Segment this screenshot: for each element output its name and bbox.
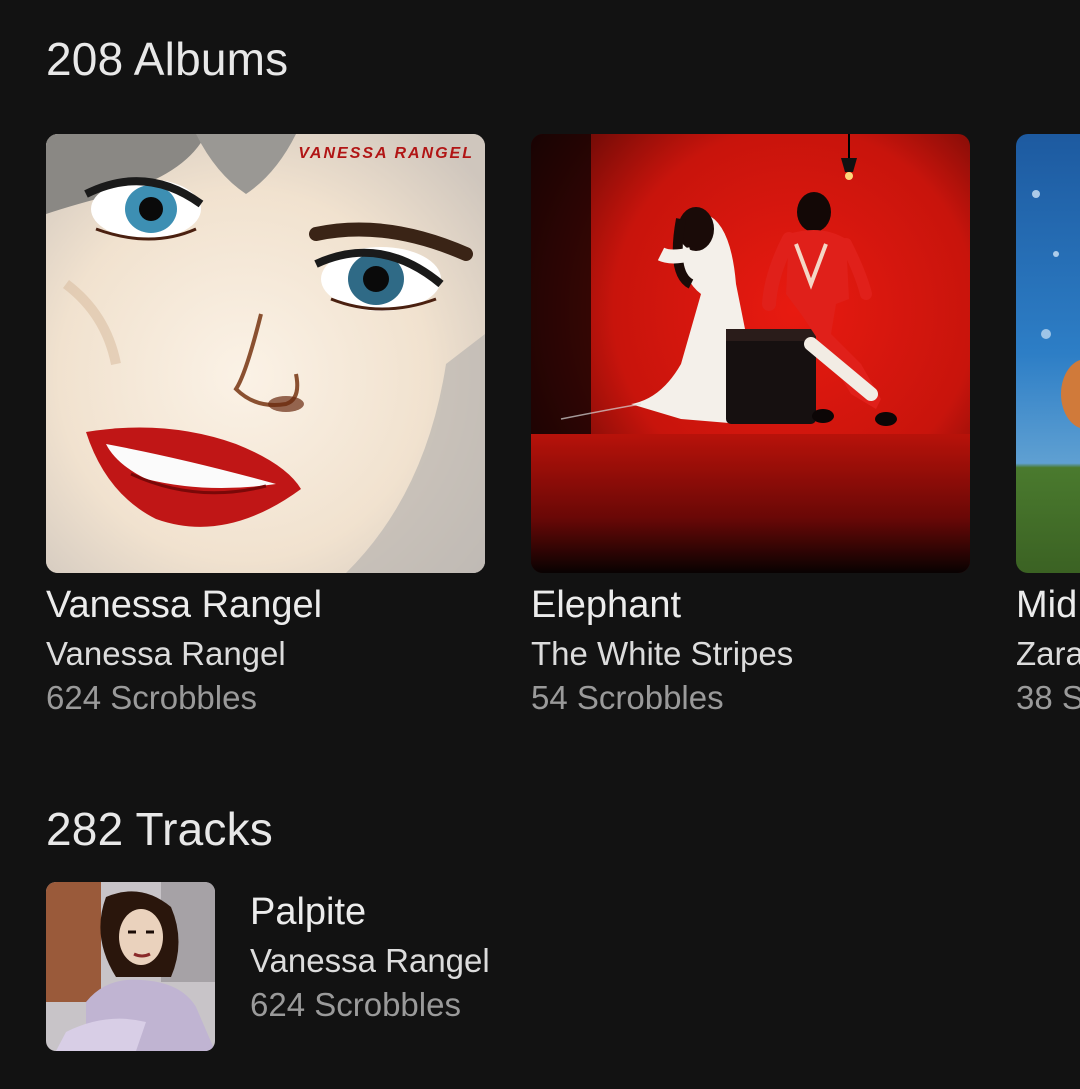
track-artist: Vanessa Rangel (250, 941, 490, 979)
album-cover-title-text: VANESSA RANGEL (298, 145, 474, 162)
track-cover-palpite-icon (46, 882, 215, 1051)
album-cover-vanessa-rangel: VANESSA RANGEL (46, 134, 485, 573)
track-row-palpite[interactable]: Palpite Vanessa Rangel 624 Scrobbles (46, 882, 1036, 1052)
album-card-partial[interactable]: Mid Zara 38 S (1016, 134, 1080, 720)
album-artist: The White Stripes (531, 634, 794, 672)
albums-carousel[interactable]: VANESSA RANGEL Vanessa Rangel Vanessa Ra… (46, 134, 1080, 734)
album-card-elephant[interactable]: Elephant The White Stripes 54 Scrobbles (531, 134, 970, 720)
album-cover-partial (1016, 134, 1080, 573)
tracks-section-title: 282 Tracks (46, 803, 273, 855)
album-name: Elephant (531, 584, 682, 626)
albums-section-title: 208 Albums (46, 33, 289, 85)
album-artist: Vanessa Rangel (46, 634, 286, 672)
track-info: Palpite Vanessa Rangel 624 Scrobbles (250, 890, 490, 1027)
album-cover-partial-icon (1016, 134, 1080, 573)
album-scrobbles: 624 Scrobbles (46, 679, 257, 717)
album-cover-elephant (531, 134, 970, 573)
search-results-page: 208 Albums VANESSA RANGEL Vanessa Rangel… (0, 0, 1080, 1089)
album-scrobbles: 54 Scrobbles (531, 679, 724, 717)
track-cover-palpite (46, 882, 215, 1051)
album-name: Vanessa Rangel (46, 584, 323, 626)
track-name: Palpite (250, 891, 367, 933)
album-cover-elephant-icon (531, 134, 970, 573)
album-scrobbles: 38 S (1016, 679, 1080, 717)
album-artist: Zara (1016, 634, 1080, 672)
album-name: Mid (1016, 584, 1078, 626)
track-scrobbles: 624 Scrobbles (250, 986, 461, 1024)
album-card-vanessa-rangel[interactable]: VANESSA RANGEL Vanessa Rangel Vanessa Ra… (46, 134, 485, 720)
album-cover-vanessa-rangel-icon: VANESSA RANGEL (46, 134, 485, 573)
